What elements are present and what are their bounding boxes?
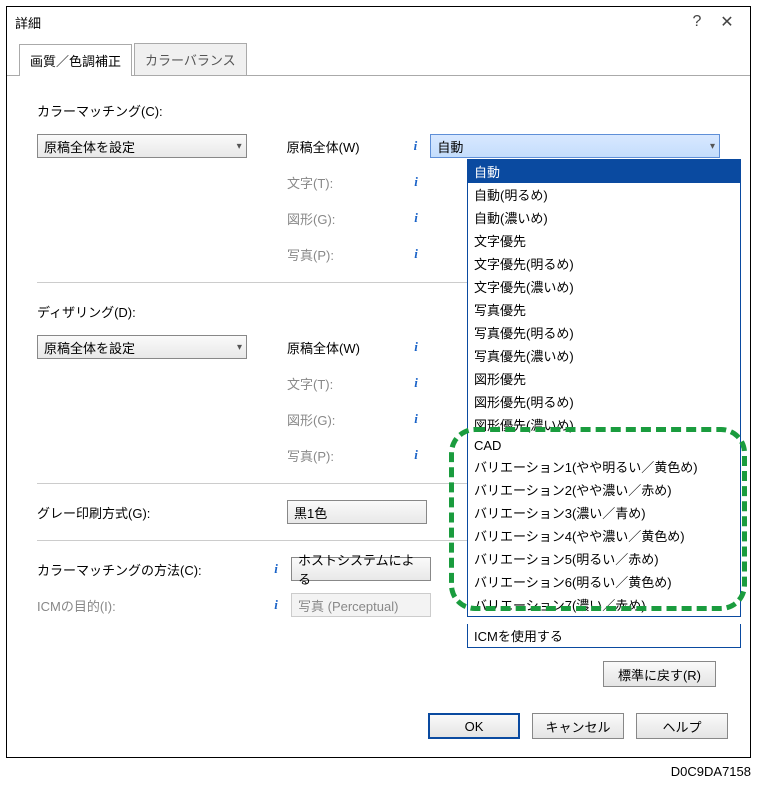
- info-icon[interactable]: i: [407, 374, 425, 392]
- footer-buttons: OK キャンセル ヘルプ: [428, 713, 728, 739]
- dialog-title: 詳細: [15, 13, 682, 32]
- dropdown-tail-option[interactable]: ICMを使用する: [467, 624, 741, 648]
- dropdown-option[interactable]: 写真優先(濃いめ): [468, 344, 740, 367]
- gray-print-combo[interactable]: 黒1色: [287, 500, 427, 524]
- dithering-label: ディザリング(D):: [37, 302, 197, 321]
- chevron-down-icon: ▾: [237, 342, 242, 353]
- dropdown-option[interactable]: バリエーション4(やや濃い／黄色め): [468, 524, 740, 547]
- cm-method-label: カラーマッチングの方法(C):: [37, 560, 267, 579]
- icm-label: ICMの目的(I):: [37, 596, 267, 615]
- dropdown-option[interactable]: バリエーション6(明るい／黄色め): [468, 570, 740, 593]
- text-label-2: 文字(T):: [287, 374, 407, 393]
- tab-color-balance[interactable]: カラーバランス: [134, 43, 247, 75]
- dropdown-list[interactable]: 自動自動(明るめ)自動(濃いめ)文字優先文字優先(明るめ)文字優先(濃いめ)写真…: [467, 159, 741, 617]
- graphic-label-1: 図形(G):: [287, 209, 407, 228]
- icm-combo: 写真 (Perceptual): [291, 593, 431, 617]
- chevron-down-icon: ▾: [237, 141, 242, 152]
- whole-doc-label-2: 原稿全体(W): [287, 338, 407, 357]
- color-matching-combo[interactable]: 原稿全体を設定 ▾: [37, 134, 247, 158]
- info-icon[interactable]: i: [407, 338, 425, 356]
- close-icon[interactable]: ✕: [712, 12, 742, 32]
- dropdown-option[interactable]: バリエーション1(やや明るい／黄色め): [468, 455, 740, 478]
- cm-method-combo[interactable]: ホストシステムによる: [291, 557, 431, 581]
- dropdown-option[interactable]: 文字優先(濃いめ): [468, 275, 740, 298]
- whole-doc-combo[interactable]: 自動 ▾: [430, 134, 720, 158]
- text-label-1: 文字(T):: [287, 173, 407, 192]
- help-icon[interactable]: ?: [682, 13, 712, 31]
- dropdown-option[interactable]: 自動(明るめ): [468, 183, 740, 206]
- dropdown-option[interactable]: 自動: [468, 160, 740, 183]
- info-icon[interactable]: i: [267, 560, 285, 578]
- dropdown-option[interactable]: バリエーション3(濃い／青め): [468, 501, 740, 524]
- dialog-window: 詳細 ? ✕ 画質／色調補正 カラーバランス カラーマッチング(C): 原稿全体…: [6, 6, 751, 758]
- gray-print-value: 黒1色: [294, 503, 327, 522]
- dropdown-option[interactable]: 図形優先(明るめ): [468, 390, 740, 413]
- whole-doc-label-1: 原稿全体(W): [287, 137, 407, 156]
- cancel-button[interactable]: キャンセル: [532, 713, 624, 739]
- dropdown-option[interactable]: 文字優先(明るめ): [468, 252, 740, 275]
- tab-bar: 画質／色調補正 カラーバランス: [7, 43, 750, 76]
- tab-quality[interactable]: 画質／色調補正: [19, 44, 132, 76]
- dropdown-option[interactable]: バリエーション2(やや濃い／赤め): [468, 478, 740, 501]
- chevron-down-icon: ▾: [710, 141, 715, 152]
- info-icon[interactable]: i: [407, 410, 425, 428]
- titlebar: 詳細 ? ✕: [7, 7, 750, 37]
- info-icon[interactable]: i: [407, 173, 425, 191]
- dropdown-option[interactable]: CAD: [468, 436, 740, 455]
- gray-print-label: グレー印刷方式(G):: [37, 503, 287, 522]
- cm-method-value: ホストシステムによる: [298, 550, 424, 588]
- dithering-value: 原稿全体を設定: [44, 338, 135, 357]
- image-id-label: D0C9DA7158: [6, 764, 751, 779]
- info-icon[interactable]: i: [407, 446, 425, 464]
- dropdown-option[interactable]: 自動(濃いめ): [468, 206, 740, 229]
- reset-button[interactable]: 標準に戻す(R): [603, 661, 716, 687]
- info-icon[interactable]: i: [407, 209, 425, 227]
- color-matching-value: 原稿全体を設定: [44, 137, 135, 156]
- whole-doc-value: 自動: [437, 137, 463, 156]
- dropdown-option[interactable]: 写真優先(明るめ): [468, 321, 740, 344]
- photo-label-2: 写真(P):: [287, 446, 407, 465]
- help-button[interactable]: ヘルプ: [636, 713, 728, 739]
- dropdown-option[interactable]: 文字優先: [468, 229, 740, 252]
- dropdown-option[interactable]: バリエーション5(明るい／赤め): [468, 547, 740, 570]
- info-icon[interactable]: i: [407, 245, 425, 263]
- icm-value: 写真 (Perceptual): [298, 596, 398, 615]
- info-icon[interactable]: i: [267, 596, 285, 614]
- dropdown-option[interactable]: 図形優先: [468, 367, 740, 390]
- info-icon[interactable]: i: [406, 137, 424, 155]
- dropdown-option[interactable]: 図形優先(濃いめ): [468, 413, 740, 436]
- photo-label-1: 写真(P):: [287, 245, 407, 264]
- dropdown-option[interactable]: 写真優先: [468, 298, 740, 321]
- dropdown-option[interactable]: バリエーション7(濃い／赤め): [468, 593, 740, 616]
- color-matching-label: カラーマッチング(C):: [37, 101, 197, 120]
- dithering-combo[interactable]: 原稿全体を設定 ▾: [37, 335, 247, 359]
- graphic-label-2: 図形(G):: [287, 410, 407, 429]
- ok-button[interactable]: OK: [428, 713, 520, 739]
